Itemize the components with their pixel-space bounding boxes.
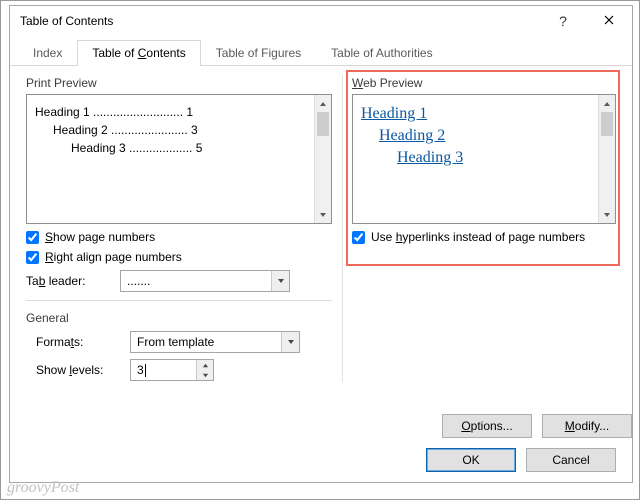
columns: Print Preview Heading 1 ................… bbox=[26, 76, 616, 387]
formats-label: Formats: bbox=[36, 335, 120, 349]
tabstrip: Index Table of Contents Table of Figures… bbox=[10, 40, 632, 66]
tab-index[interactable]: Index bbox=[18, 40, 77, 66]
help-button[interactable]: ? bbox=[540, 6, 586, 36]
web-preview-content: Heading 1 Heading 2 Heading 3 bbox=[353, 95, 598, 223]
chevron-down-icon bbox=[281, 332, 299, 352]
formats-value: From template bbox=[131, 335, 220, 349]
formats-row: Formats: From template bbox=[26, 331, 332, 353]
print-preview-h1: Heading 1 ........................... 1 bbox=[35, 105, 306, 119]
spinner-up-button[interactable] bbox=[197, 360, 213, 370]
scroll-track[interactable] bbox=[599, 112, 615, 206]
dialog-toc: Table of Contents ? Index Table of Conte… bbox=[9, 5, 633, 483]
show-levels-row: Show levels: 3 bbox=[26, 359, 332, 381]
titlebar: Table of Contents ? bbox=[10, 6, 632, 36]
print-preview-h2: Heading 2 ....................... 3 bbox=[35, 123, 306, 137]
show-page-numbers-row: Show page numbers bbox=[26, 230, 332, 244]
scroll-track[interactable] bbox=[315, 112, 331, 206]
show-page-numbers-checkbox[interactable] bbox=[26, 231, 39, 244]
right-align-row: Right align page numbers bbox=[26, 250, 332, 264]
ok-button[interactable]: OK bbox=[426, 448, 516, 472]
print-preview-content: Heading 1 ........................... 1 … bbox=[27, 95, 314, 223]
use-hyperlinks-checkbox[interactable] bbox=[352, 231, 365, 244]
web-preview-scrollbar[interactable] bbox=[598, 95, 615, 223]
tab-leader-label: Tab leader: bbox=[26, 274, 110, 288]
show-page-numbers-label: Show page numbers bbox=[45, 230, 155, 244]
print-preview-box: Heading 1 ........................... 1 … bbox=[26, 94, 332, 224]
print-preview-h3: Heading 3 ................... 5 bbox=[35, 141, 306, 155]
web-preview-h1-link[interactable]: Heading 1 bbox=[361, 105, 427, 122]
dialog-body: Print Preview Heading 1 ................… bbox=[10, 70, 632, 438]
print-preview-scrollbar[interactable] bbox=[314, 95, 331, 223]
web-preview-label: Web Preview bbox=[352, 76, 616, 90]
scroll-down-button[interactable] bbox=[315, 206, 331, 223]
close-button[interactable] bbox=[586, 6, 632, 36]
show-levels-label: Show levels: bbox=[36, 363, 120, 377]
scroll-up-button[interactable] bbox=[599, 95, 615, 112]
screenshot-frame: Table of Contents ? Index Table of Conte… bbox=[0, 0, 640, 500]
tab-leader-row: Tab leader: ....... bbox=[26, 270, 332, 292]
right-buttons: Options... Modify... bbox=[442, 414, 632, 438]
web-preview-box: Heading 1 Heading 2 Heading 3 bbox=[352, 94, 616, 224]
right-align-label: Right align page numbers bbox=[45, 250, 182, 264]
use-hyperlinks-row: Use hyperlinks instead of page numbers bbox=[352, 230, 616, 244]
scroll-up-button[interactable] bbox=[315, 95, 331, 112]
dialog-title: Table of Contents bbox=[20, 14, 540, 28]
tab-table-of-contents[interactable]: Table of Contents bbox=[77, 40, 200, 66]
right-column: Web Preview Heading 1 Heading 2 Heading … bbox=[352, 76, 616, 387]
tab-leader-select[interactable]: ....... bbox=[120, 270, 290, 292]
options-button[interactable]: Options... bbox=[442, 414, 532, 438]
question-icon: ? bbox=[559, 13, 567, 29]
text-caret bbox=[145, 364, 146, 377]
scroll-thumb[interactable] bbox=[317, 112, 329, 136]
tab-leader-value: ....... bbox=[121, 274, 156, 288]
general-label: General bbox=[26, 311, 332, 325]
show-levels-value[interactable]: 3 bbox=[131, 360, 196, 380]
cancel-button[interactable]: Cancel bbox=[526, 448, 616, 472]
dialog-footer: OK Cancel bbox=[10, 438, 632, 482]
chevron-down-icon bbox=[271, 271, 289, 291]
web-preview-h2-link[interactable]: Heading 2 bbox=[379, 127, 445, 144]
tab-table-of-authorities[interactable]: Table of Authorities bbox=[316, 40, 447, 66]
spinner-buttons bbox=[196, 360, 213, 380]
spinner-down-button[interactable] bbox=[197, 370, 213, 380]
divider bbox=[26, 300, 332, 301]
use-hyperlinks-label: Use hyperlinks instead of page numbers bbox=[371, 230, 585, 244]
print-preview-label: Print Preview bbox=[26, 76, 332, 90]
column-divider bbox=[342, 75, 343, 382]
show-levels-spinner[interactable]: 3 bbox=[130, 359, 214, 381]
watermark: groovyPost bbox=[7, 479, 79, 497]
scroll-down-button[interactable] bbox=[599, 206, 615, 223]
close-icon bbox=[604, 14, 614, 28]
modify-button[interactable]: Modify... bbox=[542, 414, 632, 438]
tab-table-of-figures[interactable]: Table of Figures bbox=[201, 40, 316, 66]
right-align-checkbox[interactable] bbox=[26, 251, 39, 264]
web-preview-h3-link[interactable]: Heading 3 bbox=[397, 149, 463, 166]
formats-select[interactable]: From template bbox=[130, 331, 300, 353]
left-column: Print Preview Heading 1 ................… bbox=[26, 76, 332, 387]
scroll-thumb[interactable] bbox=[601, 112, 613, 136]
